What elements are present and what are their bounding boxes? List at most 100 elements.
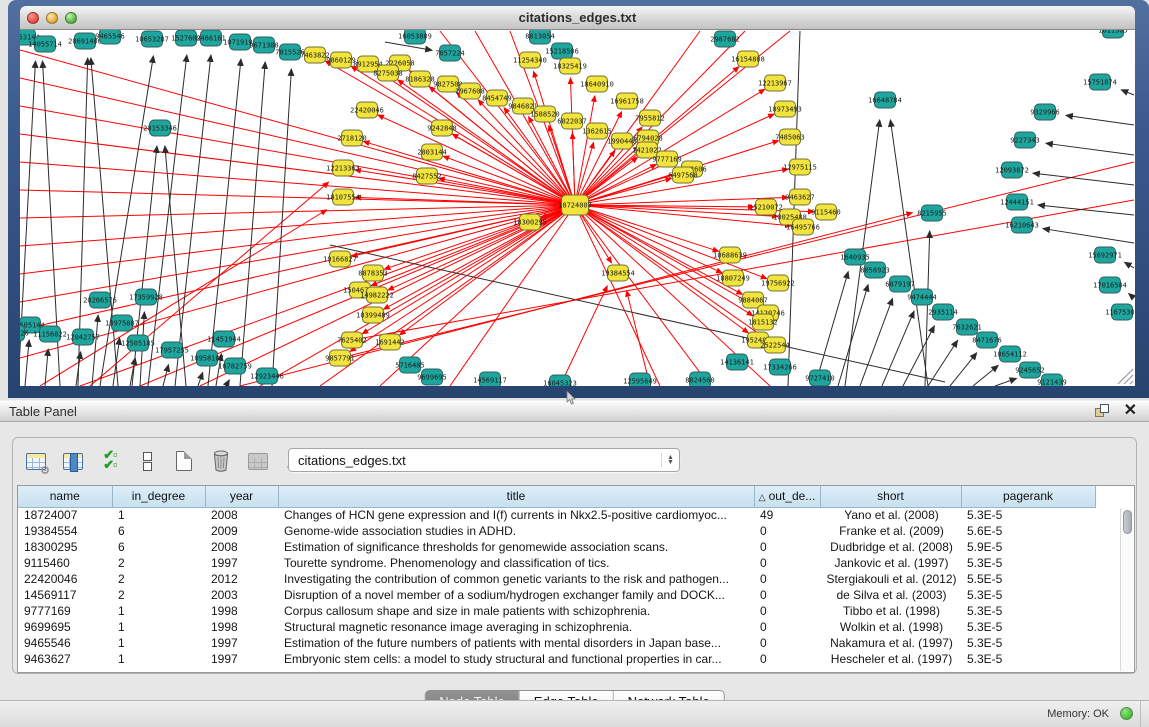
table-cell[interactable]: Yano et al. (2008) [820,507,961,523]
table-row[interactable]: 911546021997Tourette syndrome. Phenomeno… [18,555,1095,571]
table-cell[interactable]: 0 [754,603,820,619]
table-cell[interactable]: 5.3E-5 [961,587,1095,603]
table-cell[interactable]: 5.3E-5 [961,619,1095,635]
graph-node[interactable]: 19166827 [323,251,357,267]
graph-node[interactable]: 11675303 [1105,304,1135,320]
table-cell[interactable]: Disruption of a novel member of a sodium… [278,587,754,603]
table-cell[interactable]: 5.3E-5 [961,603,1095,619]
table-cell[interactable]: 1 [112,619,205,635]
table-cell[interactable]: 2008 [205,507,278,523]
graph-node[interactable]: 12042757 [66,329,100,345]
table-cell[interactable]: 0 [754,587,820,603]
graph-node[interactable]: 5716485 [395,357,425,373]
column-header-pagerank[interactable]: pagerank [961,486,1095,507]
network-canvas[interactable]: 2053144140557142069140694655461065328715… [20,30,1135,386]
table-cell[interactable]: Stergiakouli et al. (2012) [820,571,961,587]
graph-node[interactable]: 10688639 [713,247,747,263]
table-cell[interactable]: 0 [754,571,820,587]
table-row[interactable]: 1456911722003Disruption of a novel membe… [18,587,1095,603]
graph-node[interactable]: 17016504 [1093,277,1127,293]
graph-node[interactable]: 12505185 [121,335,155,351]
table-row[interactable]: 1872400712008Changes of HCN gene express… [18,507,1095,523]
graph-node[interactable]: 9242848 [427,120,457,136]
graph-node[interactable]: 15692971 [1088,247,1122,263]
table-cell[interactable]: 49 [754,507,820,523]
close-panel-icon[interactable]: ✕ [1124,404,1137,418]
table-cell[interactable]: 2 [112,571,205,587]
column-header-in_degree[interactable]: in_degree [112,486,205,507]
table-cell[interactable]: Corpus callosum shape and size in male p… [278,603,754,619]
graph-node[interactable]: 9245652 [1015,362,1045,378]
graph-node[interactable]: 15218506 [545,43,579,59]
column-header-name[interactable]: name [18,486,112,507]
table-cell[interactable]: Franke et al. (2009) [820,523,961,539]
table-settings-button[interactable]: ⚙ [23,448,49,474]
float-panel-icon[interactable] [1095,404,1110,418]
graph-node[interactable]: 16045323 [543,375,577,386]
table-cell[interactable]: 9463627 [18,651,112,667]
table-scrollbar[interactable] [1120,508,1133,671]
graph-node[interactable]: 12213967 [758,75,792,91]
table-cell[interactable]: 2003 [205,587,278,603]
graph-node[interactable]: 16154808 [731,51,765,67]
table-row[interactable]: 1830029562008Estimation of significance … [18,539,1095,555]
graph-node[interactable]: 18640910 [580,76,614,92]
graph-node[interactable]: 8813054 [525,30,555,44]
table-cell[interactable]: 9699695 [18,619,112,635]
column-header-short[interactable]: short [820,486,961,507]
table-cell[interactable]: 9115460 [18,555,112,571]
graph-node[interactable]: 10654112 [993,346,1027,362]
graph-node[interactable]: 2967608 [455,83,485,99]
column-header-title[interactable]: title [278,486,754,507]
graph-node[interactable]: 12444151 [1000,194,1034,210]
graph-node[interactable]: 7625402 [337,332,367,348]
graph-node-hub[interactable]: 18724007 [558,195,592,215]
table-cell[interactable]: 6 [112,539,205,555]
graph-node[interactable]: 2987682 [710,31,740,47]
table-cell[interactable]: Estimation of significance thresholds fo… [278,539,754,555]
graph-node[interactable]: 1588520 [530,106,560,122]
table-cell[interactable]: 2 [112,587,205,603]
table-cell[interactable]: 6 [112,523,205,539]
table-cell[interactable]: 0 [754,555,820,571]
graph-node[interactable]: 17334266 [763,359,797,375]
table-cell[interactable]: 1 [112,635,205,651]
graph-node[interactable]: 7485063 [775,129,805,145]
table-cell[interactable]: 0 [754,651,820,667]
graph-node[interactable]: 7632621 [952,319,982,335]
zoom-window-button[interactable] [65,12,77,24]
graph-node[interactable]: 9860129 [326,52,356,68]
select-columns-button[interactable]: ✔▫✔▫ [97,448,123,474]
graph-node[interactable]: 9727410 [805,370,835,386]
graph-node[interactable]: 7955812 [635,110,665,126]
graph-node[interactable]: 1640935 [840,249,870,265]
graph-node[interactable]: 12975115 [783,159,817,175]
column-header-year[interactable]: year [205,486,278,507]
graph-node[interactable]: 8186328 [405,71,435,87]
table-row[interactable]: 946554611997Estimation of the future num… [18,635,1095,651]
graph-node[interactable]: 9121439 [1037,374,1067,386]
table-cell[interactable]: 19384554 [18,523,112,539]
table-row[interactable]: 969969511998Structural magnetic resonanc… [18,619,1095,635]
graph-node[interactable]: 8058923 [860,262,890,278]
table-cell[interactable]: 5.6E-5 [961,523,1095,539]
table-cell[interactable]: 9777169 [18,603,112,619]
table-cell[interactable]: 1 [112,651,205,667]
graph-node[interactable]: 9465546 [95,30,125,44]
table-cell[interactable]: 1998 [205,603,278,619]
table-row[interactable]: 946362711997Embryonic stem cells: a mode… [18,651,1095,667]
table-cell[interactable]: 1997 [205,555,278,571]
table-cell[interactable]: Hescheler et al. (1997) [820,651,961,667]
table-row[interactable]: 977716911998Corpus callosum shape and si… [18,603,1095,619]
table-cell[interactable]: 1998 [205,619,278,635]
table-cell[interactable]: Dudbridge et al. (2008) [820,539,961,555]
graph-node[interactable]: 18107554 [326,189,360,205]
table-cell[interactable]: 18300295 [18,539,112,555]
table-cell[interactable]: 0 [754,635,820,651]
graph-node[interactable]: 8215955 [917,205,947,221]
table-cell[interactable]: Changes of HCN gene expression and I(f) … [278,507,754,523]
graph-node[interactable]: 8427552 [412,168,442,184]
network-window-titlebar[interactable]: citations_edges.txt [20,6,1135,30]
scrollbar-thumb[interactable] [1123,510,1132,534]
table-cell[interactable]: 0 [754,523,820,539]
